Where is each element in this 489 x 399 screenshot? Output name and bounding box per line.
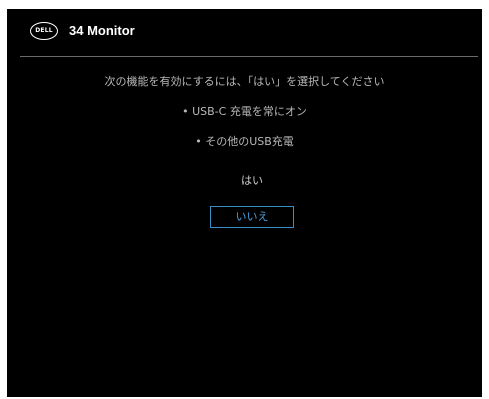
dell-logo: DELL bbox=[30, 22, 58, 40]
feature-usbc-always-on: • USB-C 充電を常にオン bbox=[182, 105, 307, 118]
header-divider bbox=[20, 56, 478, 57]
prompt-message: 次の機能を有効にするには、「はい」を選択してください bbox=[104, 75, 385, 88]
no-button[interactable]: いいえ bbox=[210, 206, 294, 228]
osd-panel: DELL 34 Monitor 次の機能を有効にするには、「はい」を選択してくだ… bbox=[7, 9, 482, 397]
dell-logo-text: DELL bbox=[35, 27, 53, 34]
feature-other-usb-charging: • その他のUSB充電 bbox=[195, 135, 294, 148]
monitor-title: 34 Monitor bbox=[69, 23, 135, 38]
yes-button[interactable]: はい bbox=[210, 170, 294, 192]
osd-header: DELL 34 Monitor bbox=[7, 9, 482, 59]
